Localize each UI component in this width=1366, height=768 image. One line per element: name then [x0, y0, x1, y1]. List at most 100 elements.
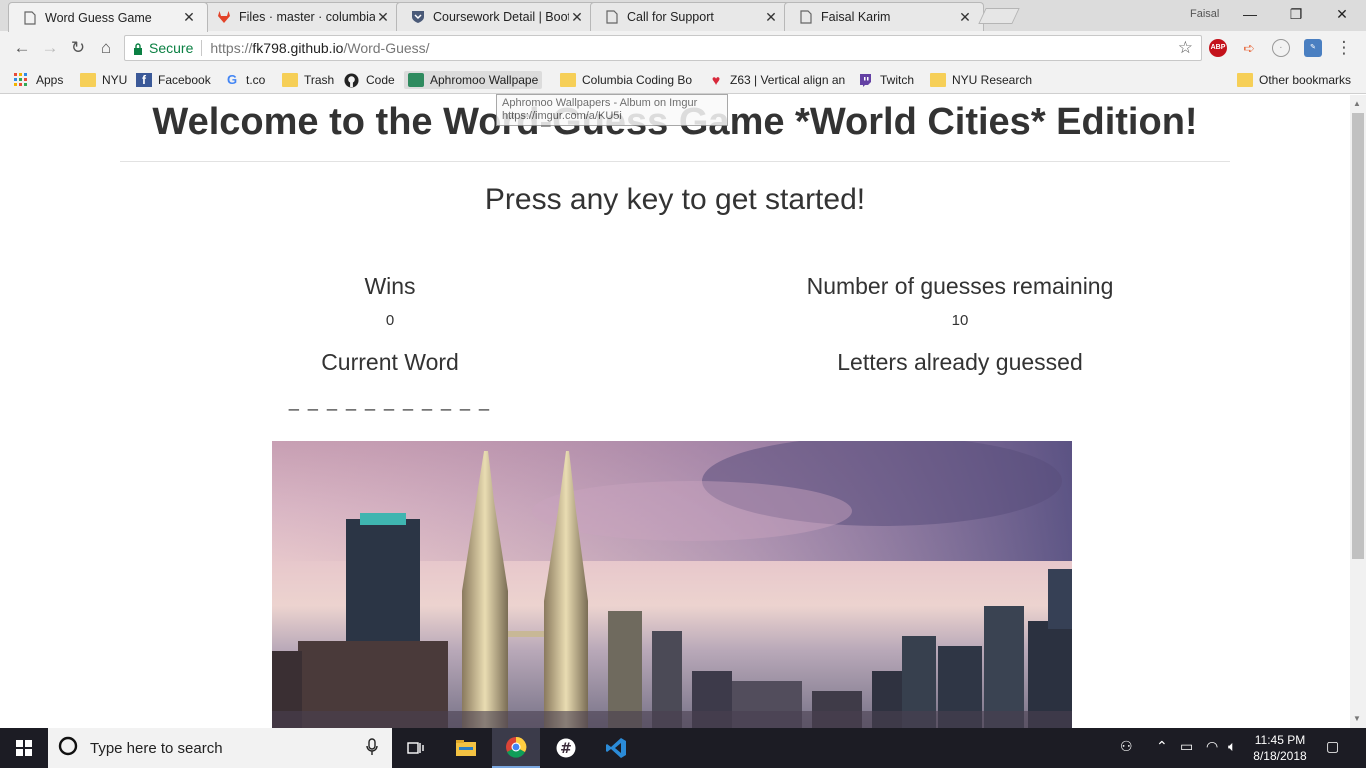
chrome-icon[interactable]	[492, 728, 540, 768]
tab-faisal-karim[interactable]: Faisal Karim ✕	[784, 2, 984, 31]
close-icon[interactable]: ✕	[375, 9, 391, 26]
page-scrollbar[interactable]: ▲ ▼	[1350, 95, 1366, 728]
tab-word-guess-game[interactable]: Word Guess Game ✕	[8, 2, 208, 32]
slack-icon[interactable]: #	[542, 728, 590, 768]
scroll-up-icon[interactable]: ▲	[1353, 99, 1361, 108]
shield-icon	[411, 10, 425, 24]
microphone-icon[interactable]	[366, 738, 378, 761]
profile-name[interactable]: Faisal	[1190, 8, 1219, 20]
new-tab-button[interactable]	[978, 8, 1020, 24]
bookmark-label: Apps	[36, 73, 64, 87]
url-text[interactable]: https://fk798.github.io/Word-Guess/	[210, 40, 429, 56]
minimize-icon[interactable]: —	[1228, 4, 1272, 24]
bookmark-label: Trash	[304, 73, 335, 87]
tab-gitlab-files[interactable]: Files · master · columbia- ✕	[202, 2, 402, 31]
bookmark-tco[interactable]: G t.co	[224, 71, 265, 89]
svg-text:#: #	[560, 741, 572, 757]
extension-puzzle-icon[interactable]: ✎	[1304, 39, 1322, 57]
divider	[201, 40, 203, 56]
task-view-icon[interactable]	[392, 728, 440, 768]
close-icon[interactable]: ✕	[569, 9, 585, 26]
letters-guessed-label: Letters already guessed	[837, 349, 1083, 375]
url-host: fk798.github.io	[252, 40, 344, 56]
page-icon	[23, 10, 37, 25]
windows-start-icon[interactable]	[0, 728, 48, 768]
forward-arrow-icon[interactable]: →	[40, 38, 60, 58]
clock-time: 11:45 PM	[1254, 733, 1306, 747]
bookmark-twitch[interactable]: Twitch	[858, 71, 914, 89]
bookmark-star-icon[interactable]: ☆	[1178, 38, 1193, 58]
folder-icon	[80, 73, 96, 87]
vscode-icon[interactable]	[592, 728, 640, 768]
bookmark-nyu-research[interactable]: NYU Research	[930, 71, 1032, 89]
extension-arrow-icon[interactable]: ➪	[1240, 39, 1258, 57]
scrollbar-thumb[interactable]	[1352, 113, 1364, 559]
file-explorer-icon[interactable]	[442, 728, 490, 768]
bookmark-label: Facebook	[158, 73, 211, 87]
bookmark-other[interactable]: Other bookmarks	[1237, 71, 1351, 89]
bookmark-tooltip: Aphromoo Wallpapers - Album on Imgur htt…	[496, 94, 728, 126]
bookmark-label: Z63 | Vertical align an	[730, 73, 846, 87]
google-icon: G	[226, 72, 238, 87]
close-icon[interactable]: ✕	[957, 9, 973, 26]
tab-title: Word Guess Game	[45, 10, 152, 25]
gitlab-icon	[217, 10, 231, 24]
folder-icon	[930, 73, 946, 87]
system-clock[interactable]: 11:45 PM 8/18/2018	[1250, 732, 1310, 764]
bookmark-label: Columbia Coding Bo	[582, 73, 693, 87]
taskbar-search-box[interactable]: Type here to search	[48, 728, 392, 768]
bookmark-label: Code	[366, 73, 395, 87]
tooltip-title: Aphromoo Wallpapers - Album on Imgur	[502, 97, 698, 109]
reload-icon[interactable]: ↻	[68, 38, 88, 58]
bookmark-label: NYU Research	[952, 73, 1033, 87]
notifications-icon[interactable]: ▢	[1326, 738, 1339, 755]
window-close-icon[interactable]: ✕	[1320, 4, 1364, 24]
home-icon[interactable]: ⌂	[96, 38, 116, 58]
tooltip-url: https://imgur.com/a/KU5i	[502, 110, 622, 122]
tab-title: Call for Support	[627, 10, 714, 24]
adblock-icon[interactable]: ABP	[1209, 39, 1227, 57]
github-icon	[344, 73, 360, 88]
bookmark-aphromoo[interactable]: Aphromoo Wallpape	[404, 71, 543, 89]
heart-icon: ♥	[711, 72, 721, 88]
address-bar[interactable]: Secure https://fk798.github.io/Word-Gues…	[124, 35, 1202, 61]
tab-title: Coursework Detail | Boot	[433, 10, 569, 24]
close-icon[interactable]: ✕	[181, 9, 197, 26]
tab-call-for-support[interactable]: Call for Support ✕	[590, 2, 790, 31]
restore-icon[interactable]: ❐	[1274, 4, 1318, 24]
windows-taskbar: Type here to search # ⚇ ⌃ ▭ ◠ 🔈︎ 11:45 P…	[0, 728, 1366, 768]
guesses-remaining-value: 10	[951, 312, 969, 329]
bookmark-trash[interactable]: Trash	[282, 71, 334, 89]
menu-dots-icon[interactable]: ⋮	[1334, 38, 1354, 58]
extension-circle-icon[interactable]: ·	[1272, 39, 1290, 57]
close-icon[interactable]: ✕	[763, 9, 779, 26]
browser-toolbar: ← → ↻ ⌂ Secure https://fk798.github.io/W…	[0, 31, 1366, 65]
bookmark-code[interactable]: Code	[344, 71, 395, 89]
tab-title: Faisal Karim	[821, 10, 891, 24]
current-word-value: _ _ _ _ _ _ _ _ _ _ _	[288, 391, 492, 411]
facebook-icon: f	[136, 73, 152, 87]
tab-coursework-detail[interactable]: Coursework Detail | Boot ✕	[396, 2, 596, 31]
back-arrow-icon[interactable]: ←	[12, 38, 32, 58]
current-word-label: Current Word	[321, 349, 459, 375]
url-scheme: https://	[210, 40, 253, 56]
instructions: Press any key to get started!	[484, 183, 866, 216]
bookmark-columbia[interactable]: Columbia Coding Bo	[560, 71, 692, 89]
volume-icon[interactable]: 🔈︎	[1228, 738, 1236, 755]
wifi-icon[interactable]: ◠	[1206, 738, 1218, 755]
cortana-icon	[58, 736, 78, 761]
chevron-up-icon[interactable]: ⌃	[1156, 738, 1168, 755]
guesses-remaining-label: Number of guesses remaining	[806, 273, 1114, 299]
tab-strip: Word Guess Game ✕ Files · master · colum…	[0, 0, 1366, 32]
search-placeholder: Type here to search	[90, 739, 223, 757]
bookmark-nyu[interactable]: NYU	[80, 71, 127, 89]
bookmark-apps[interactable]: Apps	[14, 71, 63, 89]
people-icon[interactable]: ⚇	[1120, 738, 1133, 755]
folder-icon	[282, 73, 298, 87]
url-path: /Word-Guess/	[343, 40, 430, 56]
bookmark-z63[interactable]: ♥ Z63 | Vertical align an	[708, 71, 845, 89]
page-icon	[605, 10, 619, 24]
bookmark-facebook[interactable]: f Facebook	[136, 71, 211, 89]
scroll-down-icon[interactable]: ▼	[1353, 714, 1361, 723]
battery-icon[interactable]: ▭	[1180, 738, 1193, 755]
